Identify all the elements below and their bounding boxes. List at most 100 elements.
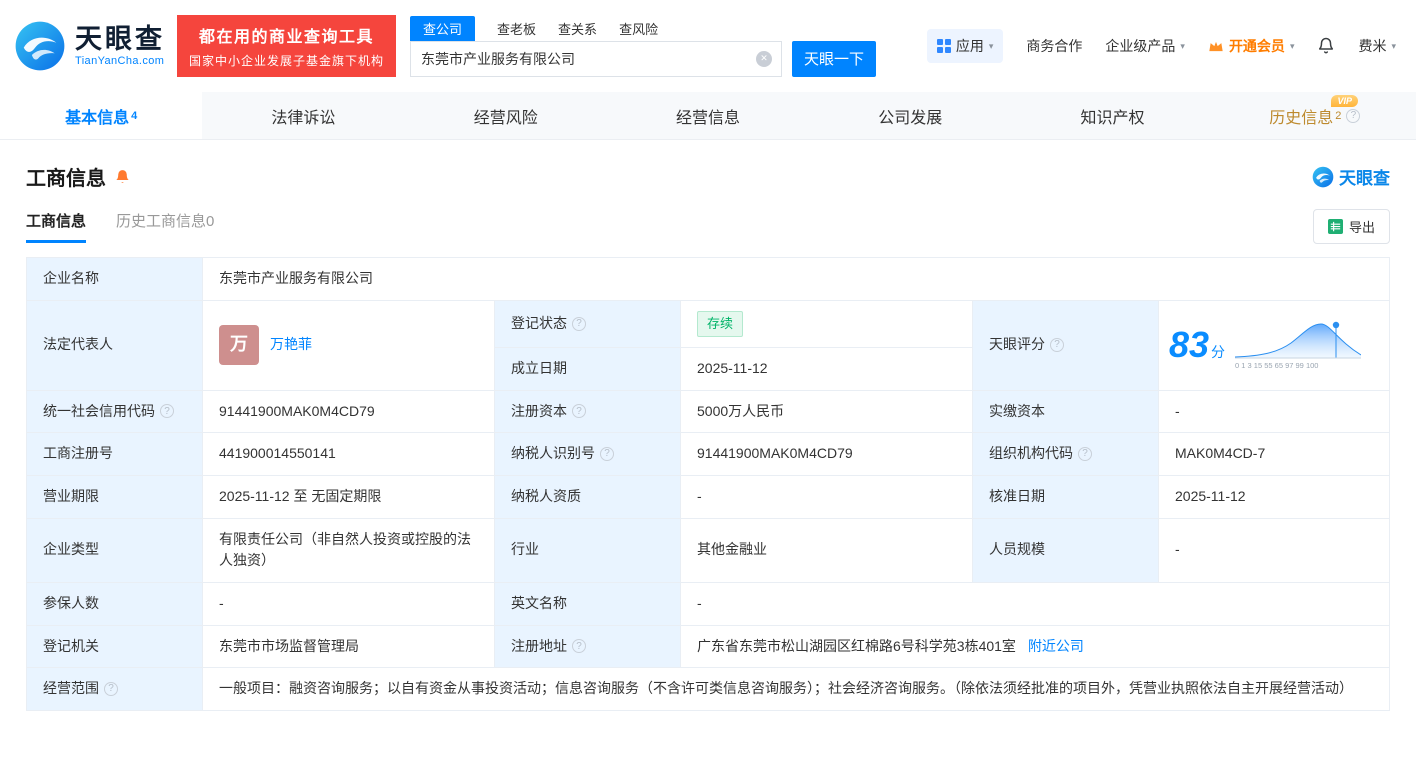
business-info-table: 企业名称 东莞市产业服务有限公司 法定代表人 万 万艳菲 登记状态? 存续 天眼…: [26, 257, 1390, 712]
field-label: 人员规模: [972, 517, 1159, 583]
row-business-scope: 经营范围? 一般项目：融资咨询服务；以自有资金从事投资活动；信息咨询服务（不含许…: [26, 667, 1390, 712]
field-value: 有限责任公司（非自然人投资或控股的法人独资）: [202, 517, 495, 583]
score-cell: 83 分 0 1 3 15 55 65 97 99 100: [1158, 299, 1390, 391]
monitor-bell-icon[interactable]: [114, 167, 131, 186]
field-label: 法定代表人: [26, 299, 203, 391]
score-value: 83 分: [1169, 323, 1226, 365]
help-icon[interactable]: ?: [572, 404, 586, 419]
apps-label: 应用: [955, 38, 984, 54]
field-label: 工商注册号: [26, 432, 203, 476]
vip-badge: VIP: [1331, 95, 1358, 107]
help-icon[interactable]: ?: [1050, 338, 1064, 353]
help-icon[interactable]: ?: [572, 639, 586, 654]
tab-operation-info[interactable]: 经营信息: [607, 92, 809, 139]
field-value: 东莞市产业服务有限公司: [202, 257, 1390, 301]
nav-open-vip[interactable]: 开通会员 ▾: [1208, 36, 1295, 56]
field-value: 2025-11-12 至 无固定期限: [202, 474, 495, 519]
row-registration-numbers: 工商注册号 441900014550141 纳税人识别号? 91441900MA…: [26, 432, 1390, 476]
field-label: 注册资本?: [494, 389, 681, 434]
apps-grid-icon: [936, 39, 951, 53]
field-value: 广东省东莞市松山湖园区红棉路6号科学苑3栋401室 附近公司: [680, 624, 1390, 669]
field-label: 实缴资本: [972, 389, 1159, 434]
legal-rep-link[interactable]: 万艳菲: [270, 334, 312, 356]
row-term-dates: 营业期限 2025-11-12 至 无固定期限 纳税人资质 - 核准日期 202…: [26, 474, 1390, 519]
excel-export-icon: [1327, 218, 1343, 234]
subtab-history-business-info[interactable]: 历史工商信息0: [116, 210, 214, 243]
tab-intellectual-property[interactable]: 知识产权: [1011, 92, 1213, 139]
section-title: 工商信息: [26, 168, 106, 190]
tab-label: 法律诉讼: [271, 109, 336, 127]
score-distribution-chart: 0 1 3 15 55 65 97 99 100: [1235, 318, 1362, 372]
score-axis-ticks: 0 1 3 15 55 65 97 99 100: [1235, 361, 1319, 371]
tab-label: 知识产权: [1080, 109, 1145, 127]
field-value: 其他金融业: [680, 517, 973, 583]
export-label: 导出: [1348, 219, 1375, 235]
nearby-companies-link[interactable]: 附近公司: [1028, 636, 1084, 658]
apps-menu[interactable]: 应用 ▾: [926, 29, 1004, 63]
topbar: 天眼查 TianYanCha.com 都在用的商业查询工具 国家中小企业发展子基…: [0, 0, 1416, 92]
tab-history-info[interactable]: VIP 历史信息 2 ?: [1214, 92, 1416, 139]
chevron-down-icon: ▾: [1391, 40, 1396, 51]
search-tab-company[interactable]: 查公司: [410, 15, 476, 41]
field-value: 91441900MAK0M4CD79: [680, 432, 973, 476]
notification-bell[interactable]: [1317, 36, 1335, 56]
tab-count: 4: [131, 109, 138, 122]
help-icon[interactable]: ?: [104, 682, 118, 697]
tab-basic-info[interactable]: 基本信息 4: [0, 92, 203, 139]
search-tab-boss[interactable]: 查老板: [497, 16, 536, 41]
nav-enterprise-products[interactable]: 企业级产品 ▾: [1105, 36, 1185, 56]
field-value: 91441900MAK0M4CD79: [202, 389, 495, 434]
nav-business-cooperation[interactable]: 商务合作: [1026, 36, 1082, 56]
help-icon[interactable]: ?: [572, 316, 586, 331]
bell-icon: [1319, 37, 1334, 54]
tab-operation-risk[interactable]: 经营风险: [405, 92, 607, 139]
nav-user-menu[interactable]: 费米 ▾: [1358, 36, 1396, 56]
chevron-down-icon: ▾: [1180, 40, 1185, 51]
brand-domain: TianYanCha.com: [75, 54, 165, 67]
search-tabs: 查公司 查老板 查关系 查风险: [410, 15, 876, 41]
tab-label: 经营信息: [675, 109, 740, 127]
field-label: 成立日期: [494, 346, 681, 391]
subtab-business-info[interactable]: 工商信息: [26, 210, 87, 243]
field-label: 纳税人识别号?: [494, 432, 681, 476]
chevron-down-icon: ▾: [1289, 40, 1295, 51]
help-icon[interactable]: ?: [160, 404, 174, 419]
tab-legal-litigation[interactable]: 法律诉讼: [202, 92, 404, 139]
field-value: 441900014550141: [202, 432, 495, 476]
field-label: 核准日期: [972, 474, 1159, 519]
field-label: 注册地址?: [494, 624, 681, 669]
search-tab-risk[interactable]: 查风险: [619, 16, 658, 41]
tab-count: 2: [1335, 109, 1342, 122]
export-button[interactable]: 导出: [1312, 208, 1390, 244]
field-value: 2025-11-12: [1158, 474, 1390, 519]
field-label: 纳税人资质: [494, 474, 681, 519]
search-input[interactable]: [411, 41, 782, 76]
top-nav: 应用 ▾ 商务合作 企业级产品 ▾ 开通会员 ▾ 费米 ▾: [926, 29, 1416, 63]
address-text: 广东省东莞市松山湖园区红棉路6号科学苑3栋401室: [697, 637, 1016, 654]
field-label: 企业类型: [26, 517, 203, 583]
field-label: 英文名称: [494, 581, 681, 626]
company-page-tabs: 基本信息 4 法律诉讼 经营风险 经营信息 公司发展 知识产权 VIP 历史信息 2…: [0, 92, 1416, 140]
field-value: -: [1158, 389, 1390, 434]
field-value: -: [1158, 517, 1390, 583]
field-label: 天眼评分?: [972, 299, 1159, 391]
help-icon[interactable]: ?: [1078, 447, 1092, 462]
row-company-name: 企业名称 东莞市产业服务有限公司: [26, 257, 1390, 301]
clear-search-icon[interactable]: ✕: [756, 50, 773, 67]
subtabs-row: 工商信息 历史工商信息0 导出: [0, 205, 1416, 247]
status-badge: 存续: [697, 310, 744, 337]
search-button[interactable]: 天眼一下: [792, 40, 877, 77]
tab-label: 基本信息: [65, 109, 130, 127]
tianyancha-logo[interactable]: 天眼查 TianYanCha.com: [14, 20, 165, 72]
help-icon[interactable]: ?: [600, 447, 614, 462]
logo-wave-icon: [1312, 166, 1334, 187]
field-value: -: [202, 581, 495, 626]
search-tab-relation[interactable]: 查关系: [558, 16, 597, 41]
search-area: 查公司 查老板 查关系 查风险 ✕ 天眼一下: [410, 15, 877, 77]
help-icon[interactable]: ?: [1346, 108, 1361, 123]
tab-company-development[interactable]: 公司发展: [809, 92, 1011, 139]
legal-rep-avatar[interactable]: 万: [219, 325, 259, 366]
row-insured-english: 参保人数 - 英文名称 -: [26, 581, 1390, 626]
watermark-brand: 天眼查: [1312, 164, 1390, 189]
field-value: MAK0M4CD-7: [1158, 432, 1390, 476]
